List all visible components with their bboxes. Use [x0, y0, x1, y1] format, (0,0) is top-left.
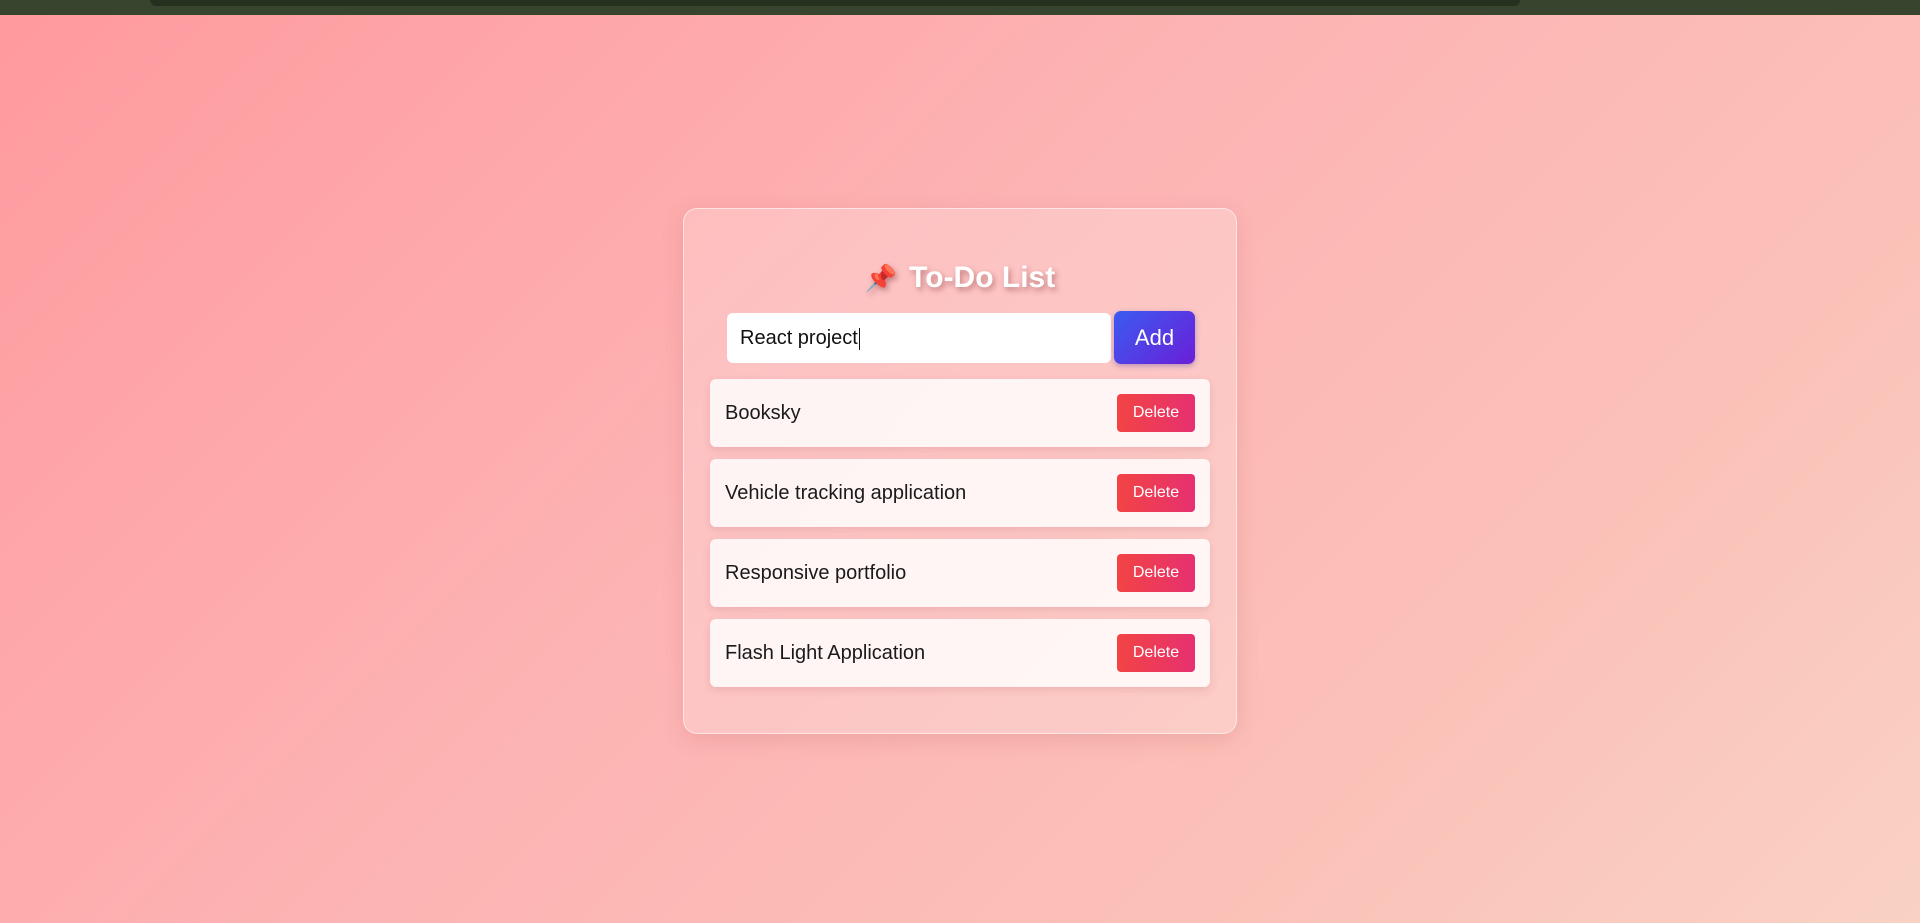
delete-button[interactable]: Delete [1117, 394, 1195, 432]
delete-button[interactable]: Delete [1117, 554, 1195, 592]
task-item: Booksky Delete [710, 379, 1210, 447]
top-browser-strip [0, 0, 1920, 15]
task-item: Flash Light Application Delete [710, 619, 1210, 687]
task-item: Responsive portfolio Delete [710, 539, 1210, 607]
task-list: Booksky Delete Vehicle tracking applicat… [710, 379, 1210, 699]
pushpin-icon: 📌 [864, 263, 898, 293]
task-label: Booksky [725, 402, 801, 424]
delete-button[interactable]: Delete [1117, 474, 1195, 512]
task-item: Vehicle tracking application Delete [710, 459, 1210, 527]
todo-card: 📌 To-Do List React project Add Booksky De… [683, 208, 1237, 734]
task-label: Flash Light Application [725, 642, 926, 664]
text-caret [858, 327, 860, 350]
title-text: To-Do List [909, 261, 1056, 294]
task-label: Responsive portfolio [725, 562, 907, 584]
task-input[interactable]: React project [727, 313, 1111, 363]
task-input-value: React project [740, 327, 858, 349]
top-strip-bar [150, 0, 1520, 6]
add-button[interactable]: Add [1114, 311, 1195, 364]
delete-button[interactable]: Delete [1117, 634, 1195, 672]
task-label: Vehicle tracking application [725, 482, 967, 504]
page-title: 📌 To-Do List [684, 261, 1236, 295]
